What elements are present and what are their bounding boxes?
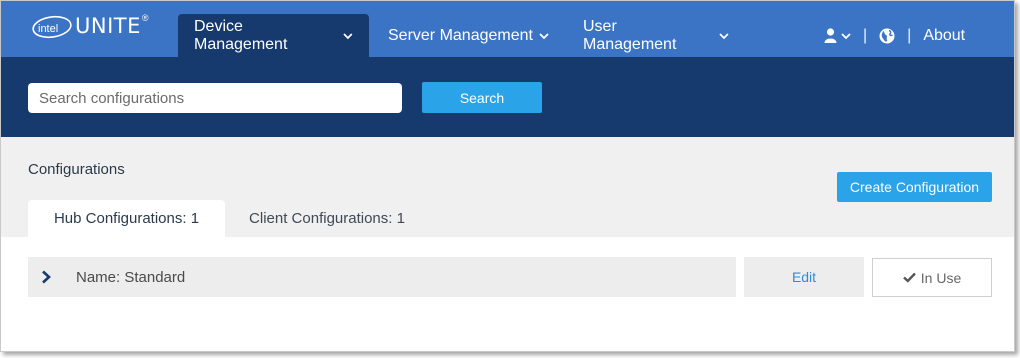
chevron-down-icon [539, 32, 549, 39]
chevron-down-icon [343, 32, 353, 39]
tab-client-configurations[interactable]: Client Configurations: 1 [229, 200, 425, 237]
in-use-button[interactable]: In Use [872, 258, 992, 297]
nav-right-group: | | About [824, 14, 1014, 57]
nav-user-management[interactable]: User Management [567, 14, 745, 57]
tab-hub-configurations[interactable]: Hub Configurations: 1 [28, 200, 225, 237]
check-icon [902, 272, 916, 283]
chevron-down-icon [719, 32, 729, 39]
configuration-name: Name: Standard [76, 268, 186, 286]
create-configuration-button[interactable]: Create Configuration [837, 172, 992, 202]
search-input[interactable] [28, 83, 402, 113]
edit-button[interactable]: Edit [744, 257, 864, 297]
intel-logo-text: intel [38, 23, 58, 35]
registered-mark: ® [141, 13, 149, 23]
globe-icon[interactable] [879, 28, 895, 44]
page-title: Configurations [28, 161, 125, 178]
configurations-header: Configurations Create Configuration Hub … [1, 137, 1014, 237]
search-band: Search [1, 57, 1014, 137]
nav-user-management-label: User Management [583, 17, 677, 53]
nav-device-management-label: Device Management [194, 17, 288, 53]
product-name: UNITE [75, 14, 141, 38]
chevron-right-icon[interactable] [40, 270, 52, 284]
top-nav-bar: intel UNITE ® Device Management Server M… [1, 1, 1014, 57]
in-use-label: In Use [920, 269, 962, 286]
about-link[interactable]: About [923, 27, 965, 45]
nav-device-management[interactable]: Device Management [178, 14, 369, 57]
configuration-row[interactable]: Name: Standard [28, 257, 736, 297]
app-window: intel UNITE ® Device Management Server M… [0, 0, 1015, 352]
search-button[interactable]: Search [422, 82, 542, 113]
intel-logo-icon: intel [31, 15, 72, 39]
nav-separator: | [863, 26, 868, 44]
user-icon [824, 28, 837, 43]
chevron-down-icon [841, 32, 851, 39]
nav-separator: | [907, 26, 912, 44]
intel-unite-logo[interactable]: intel UNITE ® [31, 13, 149, 41]
nav-server-management-label: Server Management [388, 26, 533, 44]
nav-server-management[interactable]: Server Management [372, 14, 565, 57]
user-menu-button[interactable] [824, 28, 851, 43]
